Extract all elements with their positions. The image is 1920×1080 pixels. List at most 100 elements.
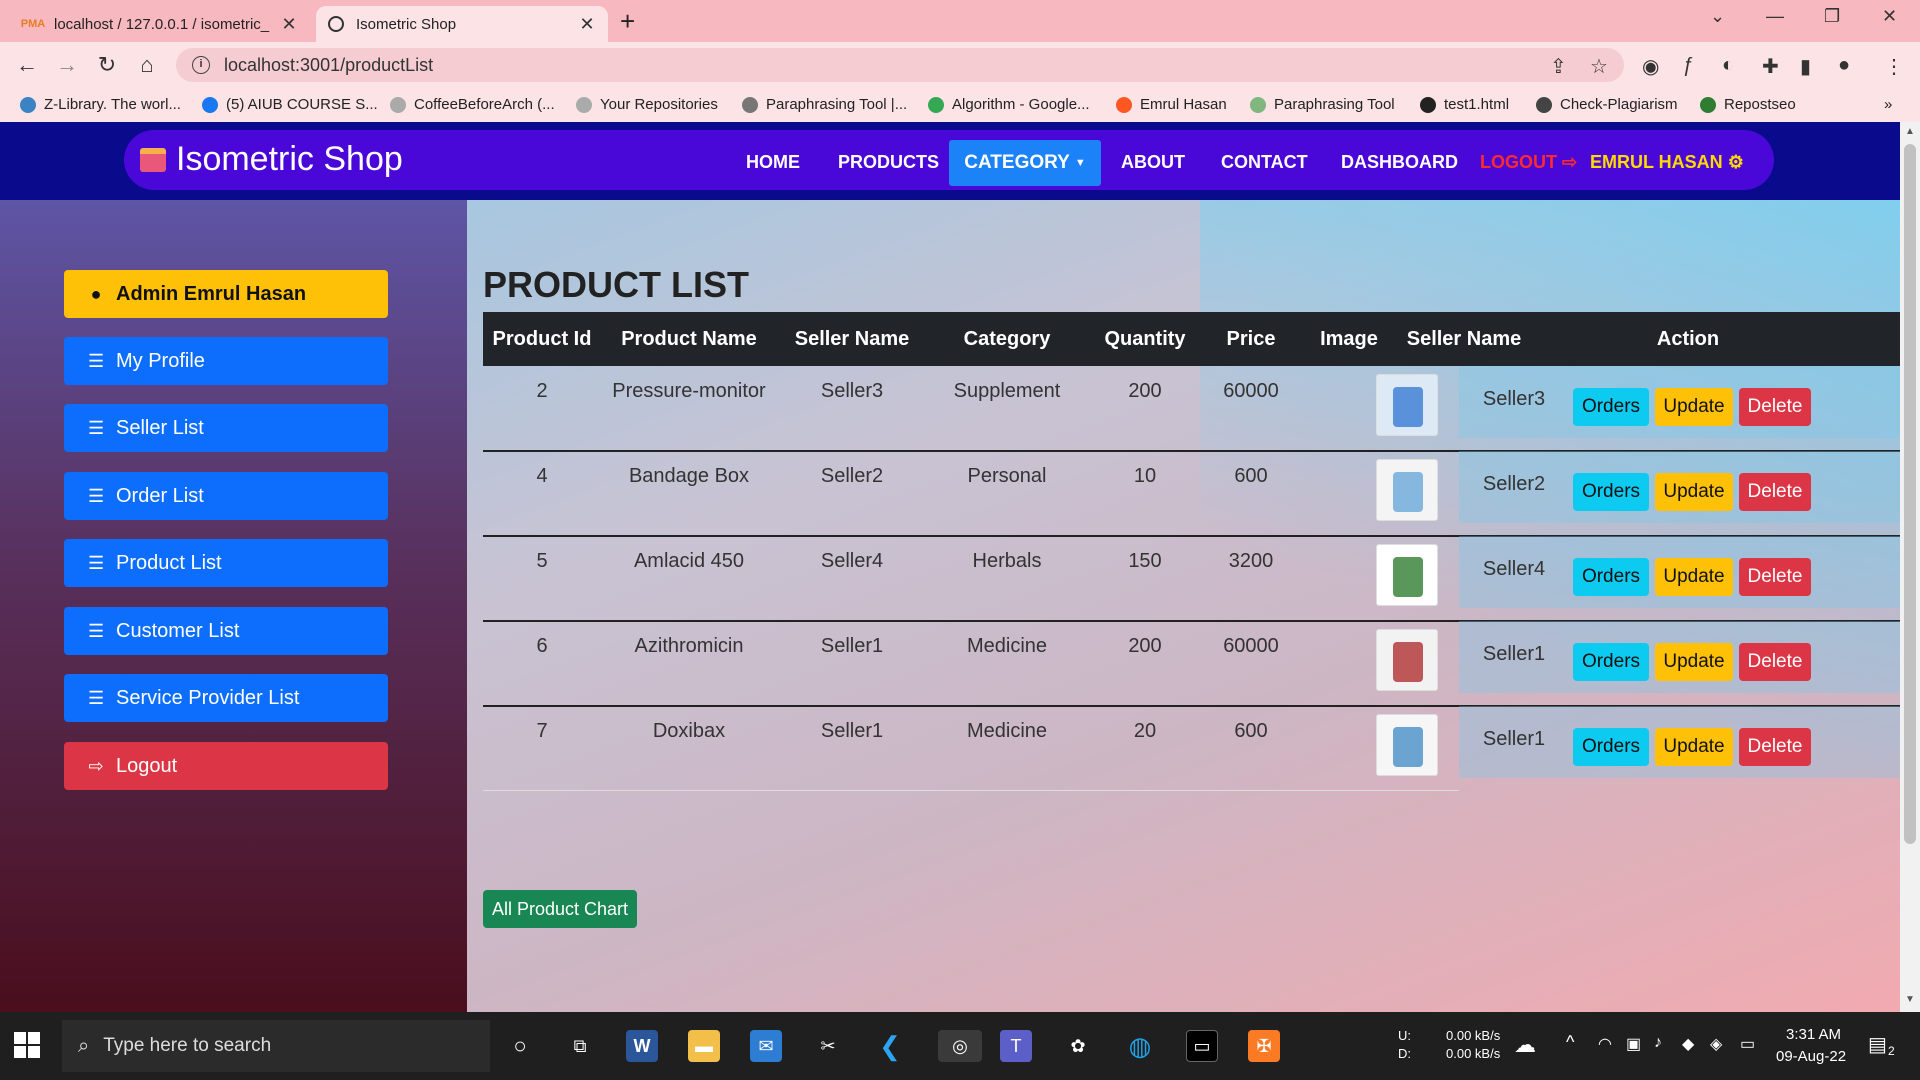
- sidebar-item-my-profile[interactable]: ☰ My Profile: [64, 337, 388, 385]
- nav-dashboard[interactable]: DASHBOARD: [1341, 152, 1458, 173]
- cortana-icon[interactable]: ○: [504, 1030, 536, 1062]
- volume-icon[interactable]: ♪: [1654, 1034, 1662, 1052]
- teams-icon[interactable]: T: [1000, 1030, 1032, 1062]
- word-icon[interactable]: W: [626, 1030, 658, 1062]
- side-panel-icon[interactable]: ▮: [1800, 54, 1811, 79]
- battery-icon[interactable]: ▭: [1740, 1034, 1755, 1054]
- nav-category-dropdown[interactable]: CATEGORY ▼: [949, 140, 1101, 186]
- bookmark-aiub[interactable]: (5) AIUB COURSE S...: [202, 96, 378, 113]
- minimize-button[interactable]: —: [1766, 6, 1784, 27]
- update-button[interactable]: Update: [1655, 643, 1733, 681]
- more-bookmarks-icon[interactable]: »: [1884, 96, 1892, 113]
- share-icon[interactable]: ⇪: [1550, 54, 1567, 79]
- tab-phpmyadmin[interactable]: PMA localhost / 127.0.0.1 / isometric_ ✕: [12, 6, 310, 42]
- nav-user[interactable]: EMRUL HASAN ⚙: [1590, 152, 1744, 173]
- sidebar-item-order-list[interactable]: ☰ Order List: [64, 472, 388, 520]
- sidebar-item-customer-list[interactable]: ☰ Customer List: [64, 607, 388, 655]
- page-scrollbar[interactable]: ▲ ▼: [1900, 122, 1920, 1012]
- terminal-icon[interactable]: ▭: [1186, 1030, 1218, 1062]
- bookmark-check-plagiarism[interactable]: Check-Plagiarism: [1536, 96, 1678, 113]
- snipping-tool-icon[interactable]: ✂: [812, 1030, 844, 1062]
- notifications-icon[interactable]: ▤: [1868, 1032, 1887, 1057]
- update-button[interactable]: Update: [1655, 388, 1733, 426]
- update-button[interactable]: Update: [1655, 473, 1733, 511]
- bookmark-paraphrasing-tool[interactable]: Paraphrasing Tool: [1250, 96, 1395, 113]
- forward-icon[interactable]: →: [54, 52, 80, 78]
- nav-contact[interactable]: CONTACT: [1221, 152, 1308, 173]
- nav-about[interactable]: ABOUT: [1121, 152, 1185, 173]
- paint-icon[interactable]: ✿: [1062, 1030, 1094, 1062]
- address-bar[interactable]: i localhost:3001/productList: [176, 48, 1624, 82]
- orders-button[interactable]: Orders: [1573, 728, 1649, 766]
- edge-icon[interactable]: ◍: [1124, 1030, 1156, 1062]
- extension-fx-icon[interactable]: ƒ: [1682, 54, 1693, 77]
- tray-chevron-up-icon[interactable]: ^: [1566, 1032, 1574, 1053]
- chrome-icon[interactable]: ◎: [938, 1030, 982, 1062]
- delete-button[interactable]: Delete: [1739, 473, 1811, 511]
- extension-circle-icon[interactable]: ◐: [1722, 54, 1734, 77]
- all-product-chart-button[interactable]: All Product Chart: [483, 890, 637, 928]
- scrollbar-thumb[interactable]: [1904, 144, 1916, 844]
- profile-avatar-icon[interactable]: ●: [1838, 54, 1850, 77]
- delete-button[interactable]: Delete: [1739, 643, 1811, 681]
- new-tab-button[interactable]: +: [620, 6, 635, 37]
- close-window-button[interactable]: ✕: [1882, 6, 1897, 27]
- meet-now-icon[interactable]: ▣: [1626, 1034, 1641, 1054]
- tab-search-icon[interactable]: ⌄: [1710, 6, 1725, 27]
- site-info-icon[interactable]: i: [192, 56, 210, 74]
- clock-date[interactable]: 09-Aug-22: [1776, 1048, 1846, 1065]
- orders-button[interactable]: Orders: [1573, 388, 1649, 426]
- bookmark-paraphrasing[interactable]: Paraphrasing Tool |...: [742, 96, 907, 113]
- bookmark-test1[interactable]: test1.html: [1420, 96, 1509, 113]
- delete-button[interactable]: Delete: [1739, 558, 1811, 596]
- sidebar-item-service-provider-list[interactable]: ☰ Service Provider List: [64, 674, 388, 722]
- update-button[interactable]: Update: [1655, 558, 1733, 596]
- orders-button[interactable]: Orders: [1573, 643, 1649, 681]
- extensions-puzzle-icon[interactable]: ✚: [1762, 54, 1779, 79]
- sidebar-item-seller-list[interactable]: ☰ Seller List: [64, 404, 388, 452]
- reload-icon[interactable]: ↻: [94, 52, 120, 78]
- bookmark-algorithm[interactable]: Algorithm - Google...: [928, 96, 1090, 113]
- bookmark-repositories[interactable]: Your Repositories: [576, 96, 718, 113]
- home-icon[interactable]: ⌂: [134, 52, 160, 78]
- scroll-up-icon[interactable]: ▲: [1905, 126, 1915, 137]
- sidebar-item-product-list[interactable]: ☰ Product List: [64, 539, 388, 587]
- back-icon[interactable]: ←: [14, 52, 40, 78]
- close-tab-icon[interactable]: ✕: [578, 14, 596, 35]
- wifi-icon[interactable]: ◠: [1598, 1034, 1612, 1054]
- tab-isometric-shop[interactable]: Isometric Shop ✕: [316, 6, 608, 42]
- bookmark-emrul-hasan[interactable]: Emrul Hasan: [1116, 96, 1227, 113]
- cell-category: Medicine: [966, 635, 1048, 657]
- nav-home[interactable]: HOME: [746, 152, 800, 173]
- brand-logo[interactable]: Isometric Shop: [140, 140, 403, 179]
- admin-profile-badge[interactable]: ● Admin Emrul Hasan: [64, 270, 388, 318]
- nav-logout[interactable]: LOGOUT ⇨: [1480, 152, 1577, 173]
- tray-app-icon-2[interactable]: ◈: [1710, 1034, 1722, 1054]
- bookmark-coffeebeforearch[interactable]: CoffeeBeforeArch (...: [390, 96, 555, 113]
- file-explorer-icon[interactable]: ▬: [688, 1030, 720, 1062]
- scroll-down-icon[interactable]: ▼: [1905, 994, 1915, 1005]
- clock-time[interactable]: 3:31 AM: [1786, 1026, 1841, 1043]
- orders-button[interactable]: Orders: [1573, 558, 1649, 596]
- update-button[interactable]: Update: [1655, 728, 1733, 766]
- nav-products[interactable]: PRODUCTS: [838, 152, 939, 173]
- sidebar-logout-button[interactable]: ⇨ Logout: [64, 742, 388, 790]
- close-tab-icon[interactable]: ✕: [280, 14, 298, 35]
- taskbar-search-box[interactable]: ⌕ Type here to search: [62, 1020, 490, 1072]
- mail-icon[interactable]: ✉: [750, 1030, 782, 1062]
- restore-button[interactable]: ❐: [1824, 6, 1840, 27]
- bookmark-repostseo[interactable]: Repostseo: [1700, 96, 1796, 113]
- xampp-icon[interactable]: ✠: [1248, 1030, 1280, 1062]
- windows-start-icon[interactable]: [14, 1032, 40, 1058]
- delete-button[interactable]: Delete: [1739, 728, 1811, 766]
- orders-button[interactable]: Orders: [1573, 473, 1649, 511]
- task-view-icon[interactable]: ⧉: [564, 1030, 596, 1062]
- menu-dots-icon[interactable]: ⋮: [1884, 54, 1904, 79]
- weather-icon[interactable]: ☁: [1514, 1032, 1536, 1058]
- bookmark-star-icon[interactable]: ☆: [1590, 54, 1608, 79]
- delete-button[interactable]: Delete: [1739, 388, 1811, 426]
- vscode-icon[interactable]: ❮: [874, 1030, 906, 1062]
- tray-app-icon[interactable]: ◆: [1682, 1034, 1694, 1054]
- extension-globe-icon[interactable]: ◉: [1642, 54, 1659, 79]
- bookmark-zlibrary[interactable]: Z-Library. The worl...: [20, 96, 181, 113]
